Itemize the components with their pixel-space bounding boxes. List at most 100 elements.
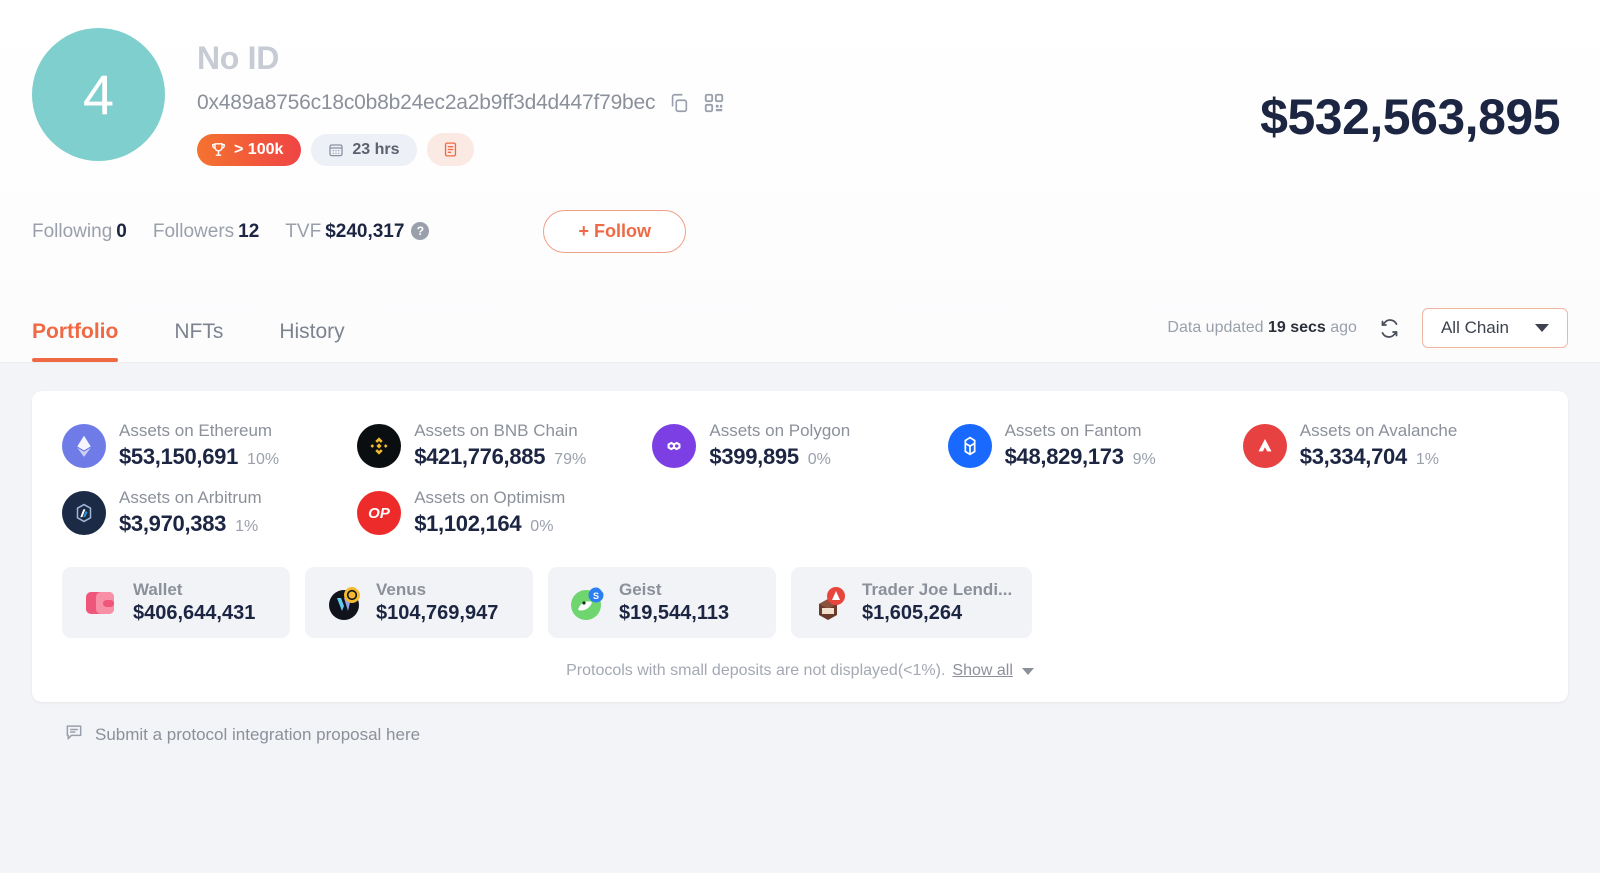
updated-suffix: ago <box>1330 319 1357 336</box>
traderjoe-icon <box>811 584 849 622</box>
chain-optimism[interactable]: OP Assets on Optimism $1,102,164 0% <box>357 488 652 537</box>
show-all-link[interactable]: Show all <box>952 662 1012 680</box>
optimism-icon: OP <box>357 490 402 535</box>
chain-percent: 1% <box>1415 451 1440 468</box>
trophy-icon <box>212 143 225 156</box>
chain-ethereum[interactable]: Assets on Ethereum $53,150,691 10% <box>62 421 357 470</box>
updated-prefix: Data updated <box>1167 319 1264 336</box>
badges-row: > 100k 23 hrs <box>197 133 725 166</box>
chain-amount: $48,829,173 <box>1004 444 1124 469</box>
chain-label: Assets on Ethereum <box>119 421 273 440</box>
venus-icon <box>325 584 363 622</box>
chain-amount: $399,895 <box>709 444 799 469</box>
chain-amount: $421,776,885 <box>414 444 546 469</box>
tab-portfolio[interactable]: Portfolio <box>32 320 119 362</box>
page-title: No ID <box>197 40 280 76</box>
tab-history[interactable]: History <box>279 320 344 362</box>
time-badge[interactable]: 23 hrs <box>311 133 417 166</box>
profile-header: 4 No ID 0x489a8756c18c0b8b24ec2a2b9ff3d4… <box>0 0 1600 363</box>
chain-polygon[interactable]: Assets on Polygon $399,895 0% <box>652 421 947 470</box>
protocol-name: Geist <box>619 580 662 599</box>
portfolio-body: Assets on Ethereum $53,150,691 10% Asset… <box>0 363 1600 873</box>
protocol-amount: $406,644,431 <box>133 602 256 624</box>
protocol-name: Trader Joe Lendi... <box>862 580 1013 599</box>
followers-value: 12 <box>238 220 260 242</box>
updated-value: 19 secs <box>1267 319 1326 336</box>
chain-label: Assets on Avalanche <box>1299 421 1458 440</box>
polygon-icon <box>652 423 697 468</box>
wallet-icon <box>82 584 120 622</box>
chain-label: Assets on Fantom <box>1004 421 1142 440</box>
chevron-down-icon <box>1535 324 1549 332</box>
note-badge[interactable] <box>426 133 474 166</box>
note-icon <box>444 142 456 157</box>
rank-badge[interactable]: > 100k <box>197 133 302 166</box>
protocol-card-venus[interactable]: Venus $104,769,947 <box>305 567 533 638</box>
total-portfolio-value: $532,563,895 <box>1260 89 1560 145</box>
address-row: 0x489a8756c18c0b8b24ec2a2b9ff3d4d447f79b… <box>197 91 725 115</box>
protocol-amount: $104,769,947 <box>376 602 499 624</box>
chain-label: Assets on BNB Chain <box>414 421 578 440</box>
chain-percent: 0% <box>530 518 554 535</box>
proposal-link[interactable]: Submit a protocol integration proposal h… <box>95 725 420 745</box>
footer: Submit a protocol integration proposal h… <box>32 702 1568 747</box>
chain-arbitrum[interactable]: Assets on Arbitrum $3,970,383 1% <box>62 488 357 537</box>
chain-amount: $3,970,383 <box>119 511 227 536</box>
chain-amount: $1,102,164 <box>414 511 522 536</box>
small-deposits-note: Protocols with small deposits are not di… <box>62 662 1538 680</box>
svg-text:OP: OP <box>368 505 391 522</box>
small-deposits-text: Protocols with small deposits are not di… <box>566 662 946 679</box>
protocol-name: Wallet <box>133 580 183 599</box>
protocol-amount: $19,544,113 <box>619 602 730 624</box>
profile-page: 4 No ID 0x489a8756c18c0b8b24ec2a2b9ff3d4… <box>0 0 1600 873</box>
protocol-card-trader-joe[interactable]: Trader Joe Lendi... $1,605,264 <box>791 567 1033 638</box>
chevron-down-icon[interactable] <box>1021 667 1034 675</box>
protocols-row: Wallet $406,644,431 Venus $104,769,947 S… <box>62 567 1538 638</box>
avalanche-icon <box>1242 423 1287 468</box>
ethereum-icon <box>62 423 106 468</box>
arbitrum-icon <box>62 490 106 535</box>
chain-filter-select[interactable]: All Chain <box>1421 308 1568 348</box>
chains-grid: Assets on Ethereum $53,150,691 10% Asset… <box>62 415 1538 551</box>
chain-amount: $3,334,704 <box>1299 444 1407 469</box>
chain-label: Assets on Optimism <box>414 488 566 507</box>
protocol-name: Venus <box>376 580 427 599</box>
chain-percent: 79% <box>554 451 587 468</box>
copy-icon[interactable] <box>668 92 690 114</box>
avatar: 4 <box>32 28 165 161</box>
protocol-card-wallet[interactable]: Wallet $406,644,431 <box>62 567 290 638</box>
qr-code-icon[interactable] <box>703 92 725 114</box>
chain-percent: 9% <box>1132 451 1156 468</box>
followers-label: Followers <box>152 220 235 242</box>
protocol-amount: $1,605,264 <box>862 602 963 624</box>
identity-details: No ID 0x489a8756c18c0b8b24ec2a2b9ff3d4d4… <box>197 28 725 166</box>
chain-label: Assets on Arbitrum <box>119 488 262 507</box>
social-stats-row: Following 0 Followers 12 TVF $240,317? + Fo… <box>32 210 1568 253</box>
avatar-rank-number: 4 <box>82 62 115 126</box>
chain-percent: 1% <box>235 518 259 535</box>
chain-avalanche[interactable]: Assets on Avalanche $3,334,704 1% <box>1242 421 1538 470</box>
follow-button[interactable]: + Follow <box>543 210 686 253</box>
tabs-right-controls: Data updated 19 secs ago All Chain <box>1167 308 1568 362</box>
chain-amount: $53,150,691 <box>119 444 239 469</box>
chain-fantom[interactable]: Assets on Fantom $48,829,173 9% <box>947 421 1243 470</box>
protocol-card-geist[interactable]: S Geist $19,544,113 <box>548 567 776 638</box>
tabs-bar: Portfolio NFTs History Data updated 19 s… <box>0 289 1600 363</box>
assets-panel: Assets on Ethereum $53,150,691 10% Asset… <box>32 391 1568 702</box>
stat-followers[interactable]: Followers 12 <box>153 221 259 243</box>
refresh-icon[interactable] <box>1379 318 1400 339</box>
wallet-address[interactable]: 0x489a8756c18c0b8b24ec2a2b9ff3d4d447f79b… <box>197 91 656 115</box>
chain-percent: 10% <box>247 451 280 468</box>
svg-text:S: S <box>593 591 599 601</box>
calendar-icon <box>329 143 344 156</box>
geist-icon: S <box>568 584 606 622</box>
following-label: Following <box>32 220 113 242</box>
stat-following[interactable]: Following 0 <box>32 221 127 243</box>
tabs: Portfolio NFTs History <box>32 320 345 362</box>
message-icon <box>64 722 84 747</box>
chain-percent: 0% <box>807 451 831 468</box>
help-icon[interactable]: ? <box>411 221 430 240</box>
data-updated-text: Data updated 19 secs ago <box>1167 319 1357 337</box>
chain-bnb[interactable]: Assets on BNB Chain $421,776,885 79% <box>357 421 652 470</box>
tab-nfts[interactable]: NFTs <box>174 320 223 362</box>
